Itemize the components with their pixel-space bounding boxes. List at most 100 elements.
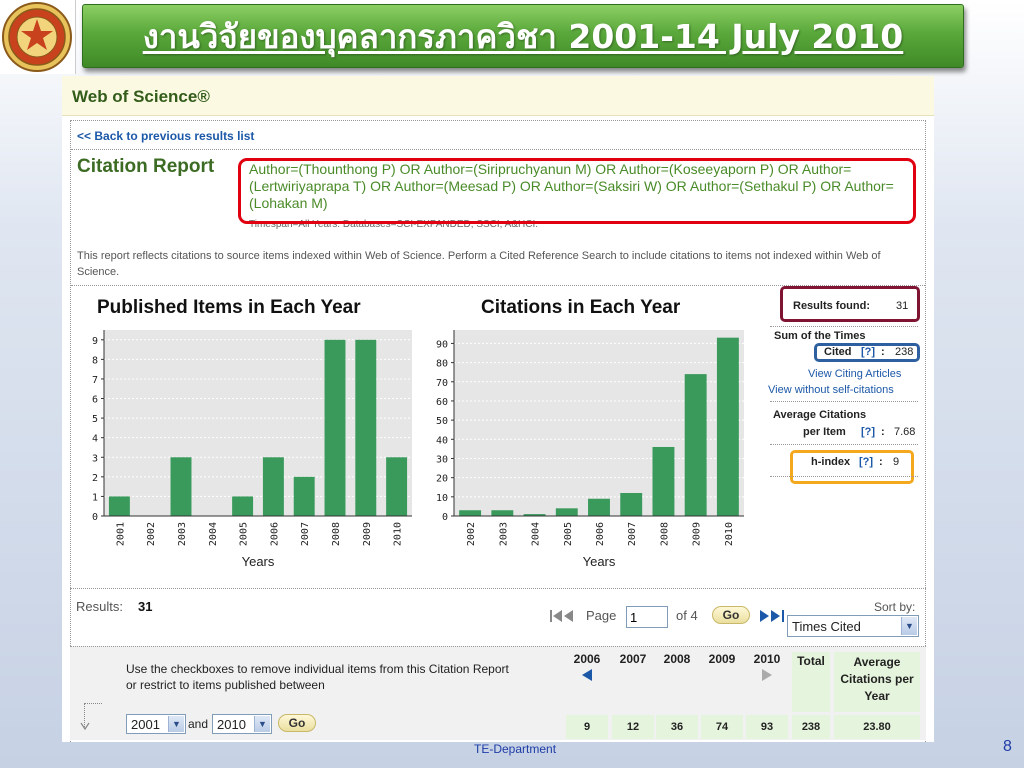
x-tick-label: 2007	[627, 522, 638, 546]
y-tick-label: 10	[436, 493, 448, 504]
x-tick-label: 2009	[362, 522, 373, 546]
y-tick-label: 4	[92, 434, 98, 445]
sum-help-link[interactable]: [?]	[861, 346, 875, 358]
chevron-down-icon: ▼	[254, 716, 270, 732]
x-tick-label: 2007	[300, 522, 311, 546]
bar-2006	[588, 498, 610, 516]
year-value-2007: 12	[612, 715, 654, 739]
y-tick-label: 50	[436, 416, 448, 427]
results-found-label: Results found:	[793, 300, 870, 312]
citations-chart-title: Citations in Each Year	[481, 297, 681, 318]
sort-by-select[interactable]: Times Cited ▼	[787, 615, 919, 637]
bar-2005	[555, 508, 578, 516]
chevron-down-icon: ▼	[901, 617, 917, 635]
back-to-results-link[interactable]: << Back to previous results list	[77, 129, 254, 143]
view-citing-articles-link[interactable]: View Citing Articles	[808, 368, 901, 380]
prev-years-icon[interactable]	[579, 668, 595, 682]
last-page-icon[interactable]	[758, 609, 788, 623]
results-count: 31	[138, 599, 153, 614]
y-tick-label: 20	[436, 474, 448, 485]
y-tick-label: 5	[92, 414, 98, 425]
y-tick-label: 40	[436, 435, 448, 446]
x-tick-label: 2006	[595, 522, 606, 546]
y-tick-label: 8	[92, 355, 98, 366]
per-item-label: per Item	[803, 426, 846, 438]
y-tick-label: 80	[436, 359, 448, 370]
next-years-icon[interactable]	[759, 668, 775, 682]
x-axis-label: Years	[583, 554, 616, 569]
avg-citations-label: Average Citations	[773, 409, 867, 421]
bar-2009	[355, 339, 377, 516]
colon-separator: :	[881, 346, 885, 358]
x-tick-label: 2006	[269, 522, 280, 546]
y-tick-label: 1	[92, 492, 98, 503]
page-number-input[interactable]	[626, 606, 668, 628]
slide-title: งานวิจัยของบุคลากรภาควิชา 2001-14 July 2…	[142, 16, 904, 56]
year-value-2010: 93	[746, 715, 788, 739]
page-label: Page	[586, 608, 617, 623]
year-value-2008: 36	[656, 715, 698, 739]
y-tick-label: 70	[436, 378, 448, 389]
h-index-help-link[interactable]: [?]	[859, 456, 873, 468]
bar-2001	[108, 496, 130, 516]
view-without-self-citations-link[interactable]: View without self-citations	[768, 384, 894, 396]
avg-per-year-header: Average Citations per Year	[834, 652, 920, 712]
y-tick-label: 60	[436, 397, 448, 408]
x-tick-label: 2008	[331, 522, 342, 546]
bar-2008	[324, 339, 346, 516]
year-header-2010[interactable]: 2010	[746, 652, 788, 712]
restrict-instructions: Use the checkboxes to remove individual …	[126, 661, 556, 693]
slide-title-banner: งานวิจัยของบุคลากรภาควิชา 2001-14 July 2…	[82, 4, 964, 68]
restrict-go-button[interactable]: Go	[278, 714, 316, 732]
x-tick-label: 2003	[177, 522, 188, 546]
wos-header: Web of Science®	[62, 76, 934, 116]
slide-footer: TE-Department	[474, 742, 557, 756]
year-value-2006: 9	[566, 715, 608, 739]
page-count-label: of 4	[676, 608, 698, 623]
y-tick-label: 2	[92, 473, 98, 484]
divider	[71, 149, 925, 150]
to-year-select[interactable]: 2010 ▼	[212, 714, 272, 734]
bar-2003	[491, 510, 514, 516]
x-tick-label: 2003	[498, 522, 509, 546]
x-axis-label: Years	[242, 554, 275, 569]
total-header: Total	[792, 652, 830, 712]
avg-citations-value: 7.68	[894, 426, 916, 438]
h-index-label: h-index	[811, 456, 851, 468]
page-go-button[interactable]: Go	[712, 606, 750, 624]
and-label: and	[188, 717, 209, 731]
bar-2010	[716, 337, 739, 516]
divider	[770, 401, 918, 402]
y-tick-label: 90	[436, 339, 448, 350]
avg-per-year-header-label: Average Citations per Year	[840, 655, 914, 703]
year-header-label: 2010	[753, 652, 781, 666]
total-header-label: Total	[797, 654, 825, 668]
avg-per-year-value: 23.80	[834, 715, 920, 739]
year-header-2006[interactable]: 2006	[566, 652, 608, 712]
y-tick-label: 3	[92, 453, 98, 464]
first-page-icon[interactable]	[549, 609, 577, 623]
y-tick-label: 0	[442, 512, 448, 523]
query-highlight-box	[238, 158, 916, 224]
restrict-text-2: or restrict to items published between	[126, 678, 325, 692]
y-tick-label: 30	[436, 454, 448, 465]
sort-by-label: Sort by:	[874, 600, 916, 614]
x-tick-label: 2005	[239, 522, 250, 546]
bar-2005	[232, 496, 254, 516]
bar-2009	[684, 374, 707, 516]
year-value-2009: 74	[701, 715, 743, 739]
h-index-value: 9	[893, 456, 900, 468]
bar-2010	[386, 457, 408, 516]
x-tick-label: 2010	[393, 522, 404, 546]
bar-2006	[262, 457, 284, 516]
university-seal-logo	[0, 0, 76, 74]
from-year-select[interactable]: 2001 ▼	[126, 714, 186, 734]
bar-2008	[652, 446, 675, 516]
bar-2007	[620, 492, 643, 516]
report-note: This report reflects citations to source…	[77, 250, 881, 278]
citation-report-title: Citation Report	[77, 156, 215, 177]
colon-separator: :	[881, 426, 885, 438]
x-tick-label: 2010	[724, 522, 735, 546]
chevron-down-icon: ▼	[168, 716, 184, 732]
avg-help-link[interactable]: [?]	[861, 426, 875, 438]
